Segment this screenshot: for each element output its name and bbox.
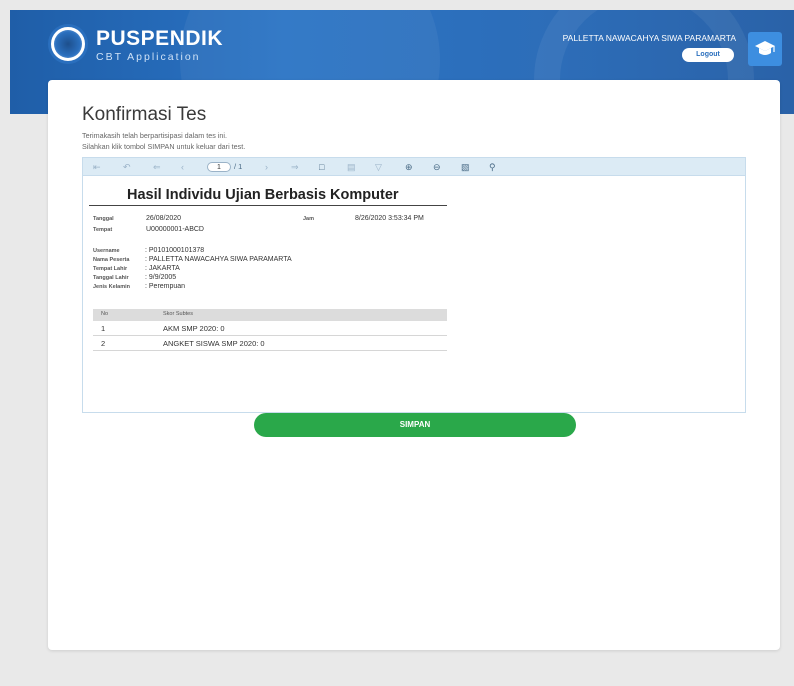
logout-button[interactable]: Logout	[682, 48, 734, 62]
search-icon[interactable]: ⚲	[489, 161, 496, 173]
tempat-lahir-label: Tempat Lahir	[93, 266, 128, 272]
row-no: 1	[101, 324, 106, 333]
print-icon[interactable]: ▧	[461, 161, 470, 173]
row-skor: AKM SMP 2020: 0	[163, 324, 225, 333]
report-title-rule	[89, 205, 447, 206]
logo-emblem-icon	[48, 24, 88, 64]
zoom-in-icon[interactable]: ⊕	[405, 161, 413, 173]
tempat-value: U00000001-ABCD	[146, 226, 204, 233]
tanggal-lahir-label: Tanggal Lahir	[93, 275, 129, 281]
viewer-toolbar: ⇤ ↶ ⇐ ‹ / 1 › ⇒ □ ▤ ▽ ⊕ ⊖ ▧ ⚲	[83, 158, 745, 176]
header-skor-subtes: Skor Subtes	[163, 311, 193, 317]
main-card: Konfirmasi Tes Terimakasih telah berpart…	[48, 80, 780, 650]
graduation-cap-icon	[755, 41, 775, 55]
row-skor: ANGKET SISWA SMP 2020: 0	[163, 339, 265, 348]
report-viewer: ⇤ ↶ ⇐ ‹ / 1 › ⇒ □ ▤ ▽ ⊕ ⊖ ▧ ⚲ Hasil Indi…	[82, 157, 746, 413]
username-value: : P0101000101378	[145, 247, 205, 254]
export-icon[interactable]: ▤	[347, 161, 356, 173]
report-title: Hasil Individu Ujian Berbasis Komputer	[127, 187, 399, 203]
jam-label: Jam	[303, 216, 315, 222]
prev-page-icon[interactable]: ↶	[123, 161, 131, 173]
filter-icon[interactable]: ▽	[375, 161, 382, 173]
first-page-icon[interactable]: ⇤	[93, 161, 101, 173]
tanggal-value: 26/08/2020	[146, 215, 182, 222]
simpan-button[interactable]: SIMPAN	[254, 413, 576, 437]
score-table: No Skor Subtes 1 AKM SMP 2020: 0 2 ANGKE…	[93, 309, 447, 351]
table-header: No Skor Subtes	[93, 309, 447, 321]
table-row: 2 ANGKET SISWA SMP 2020: 0	[93, 336, 447, 351]
user-name: PALLETTA NAWACAHYA SIWA PARAMARTA	[562, 33, 736, 43]
nama-peserta-label: Nama Peserta	[93, 257, 130, 263]
tempat-lahir-value: : JAKARTA	[145, 265, 180, 272]
tanggal-label: Tanggal	[93, 216, 114, 222]
jam-value: 8/26/2020 3:53:34 PM	[355, 215, 424, 222]
next-page-icon[interactable]: ⇒	[291, 161, 299, 173]
avatar[interactable]	[748, 32, 782, 66]
zoom-out-icon[interactable]: ⊖	[433, 161, 441, 173]
tempat-label: Tempat	[93, 227, 113, 233]
description-line-1: Terimakasih telah berpartisipasi dalam t…	[82, 131, 228, 140]
page-number-input[interactable]	[207, 162, 231, 172]
brand-subtitle: CBT Application	[96, 51, 201, 63]
page-icon[interactable]: □	[319, 161, 324, 173]
brand-title: PUSPENDIK	[96, 27, 224, 50]
jenis-kelamin-label: Jenis Kelamin	[93, 284, 130, 290]
prev-icon[interactable]: ⇐	[153, 161, 161, 173]
jenis-kelamin-value: : Perempuan	[145, 283, 186, 290]
username-label: Username	[93, 248, 120, 254]
page-total: / 1	[234, 162, 243, 171]
table-row: 1 AKM SMP 2020: 0	[93, 321, 447, 336]
page-title: Konfirmasi Tes	[82, 104, 207, 125]
header-no: No	[101, 311, 109, 317]
row-no: 2	[101, 339, 106, 348]
prev-small-icon[interactable]: ‹	[181, 161, 184, 173]
next-small-icon[interactable]: ›	[265, 161, 268, 173]
tanggal-lahir-value: : 9/9/2005	[145, 274, 177, 281]
description-line-2: Silahkan klik tombol SIMPAN untuk keluar…	[82, 142, 246, 151]
nama-peserta-value: : PALLETTA NAWACAHYA SIWA PARAMARTA	[145, 256, 292, 263]
